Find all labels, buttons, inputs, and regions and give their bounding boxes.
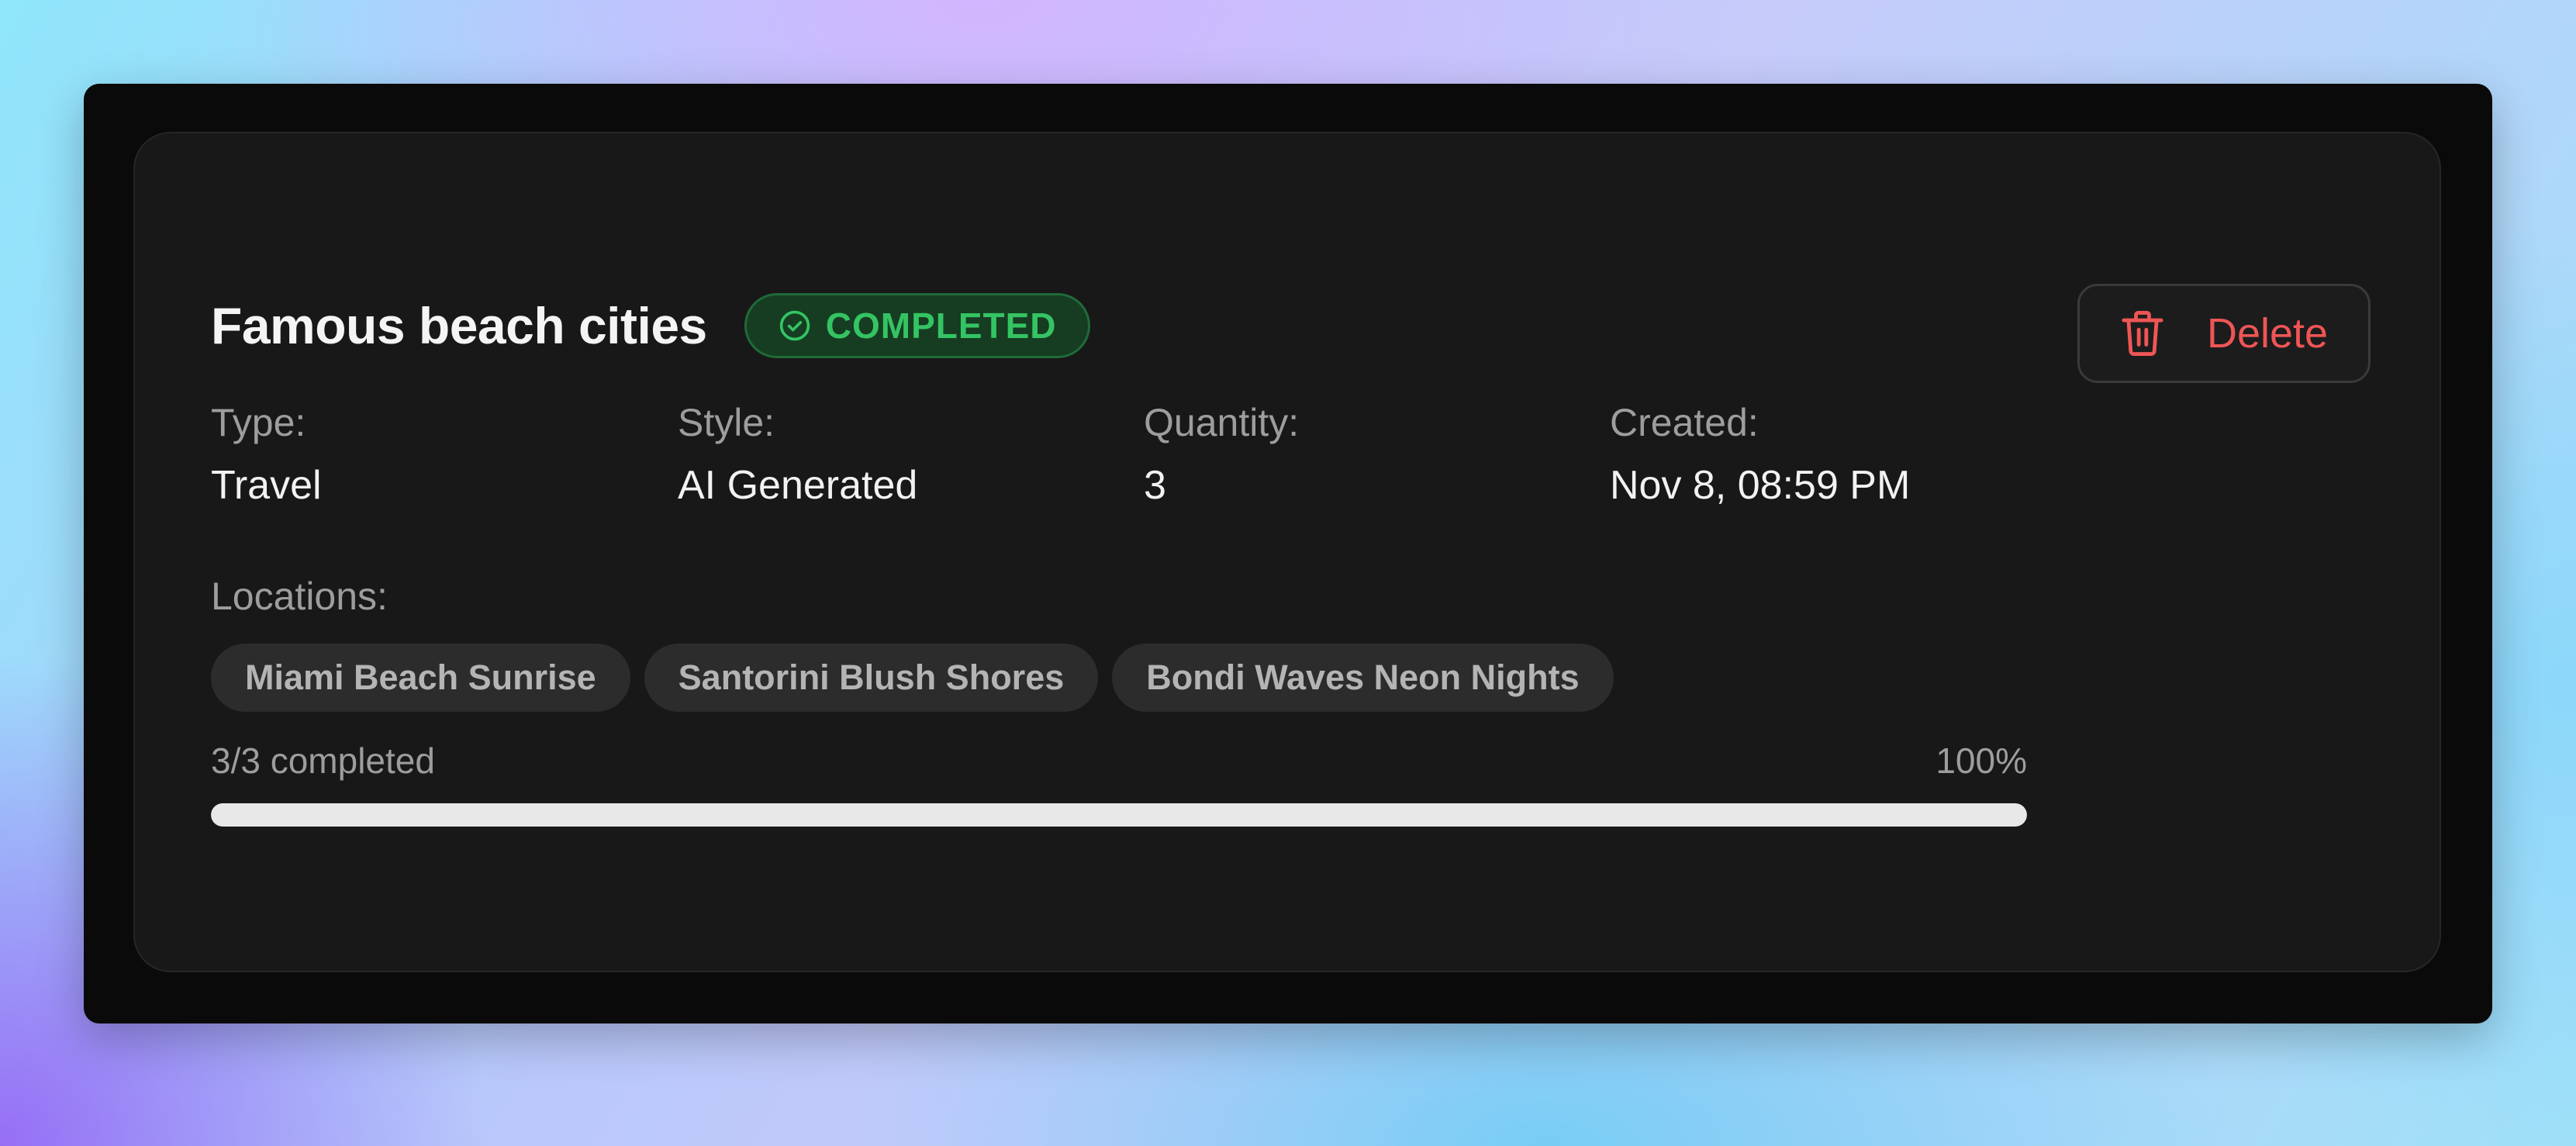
meta-label: Type: <box>211 401 306 444</box>
meta-value: Nov 8, 08:59 PM <box>1610 463 1911 508</box>
progress-percent: 100% <box>1935 740 2027 781</box>
location-chip: Bondi Waves Neon Nights <box>1112 644 1614 712</box>
meta-label: Style: <box>678 401 775 444</box>
card-header: Famous beach cities COMPLETED <box>211 293 1090 358</box>
meta-style: Style: AI Generated <box>678 403 1112 506</box>
meta-value: AI Generated <box>678 463 918 508</box>
progress-bar <box>211 803 2027 827</box>
meta-created: Created: Nov 8, 08:59 PM <box>1610 403 2044 506</box>
progress-info: 3/3 completed 100% <box>211 743 2027 778</box>
status-badge: COMPLETED <box>744 293 1090 358</box>
meta-value: 3 <box>1144 463 1166 508</box>
app-window: Famous beach cities COMPLETED Delete Typ… <box>84 84 2492 1023</box>
meta-label: Quantity: <box>1144 401 1300 444</box>
meta-value: Travel <box>211 463 322 508</box>
meta-label: Created: <box>1610 401 1759 444</box>
location-chip: Miami Beach Sunrise <box>211 644 630 712</box>
progress-count: 3/3 completed <box>211 740 435 781</box>
check-circle-icon <box>778 309 812 343</box>
job-card: Famous beach cities COMPLETED Delete Typ… <box>133 132 2441 972</box>
location-chips: Miami Beach Sunrise Santorini Blush Shor… <box>211 644 1614 712</box>
job-title: Famous beach cities <box>211 297 707 354</box>
meta-quantity: Quantity: 3 <box>1144 403 1578 506</box>
trash-icon <box>2120 309 2165 358</box>
meta-type: Type: Travel <box>211 403 645 506</box>
delete-button-label: Delete <box>2206 310 2329 357</box>
locations-label: Locations: <box>211 575 388 618</box>
location-chip: Santorini Blush Shores <box>644 644 1099 712</box>
status-badge-label: COMPLETED <box>825 305 1057 346</box>
progress-bar-fill <box>211 803 2027 827</box>
delete-button[interactable]: Delete <box>2077 284 2371 383</box>
